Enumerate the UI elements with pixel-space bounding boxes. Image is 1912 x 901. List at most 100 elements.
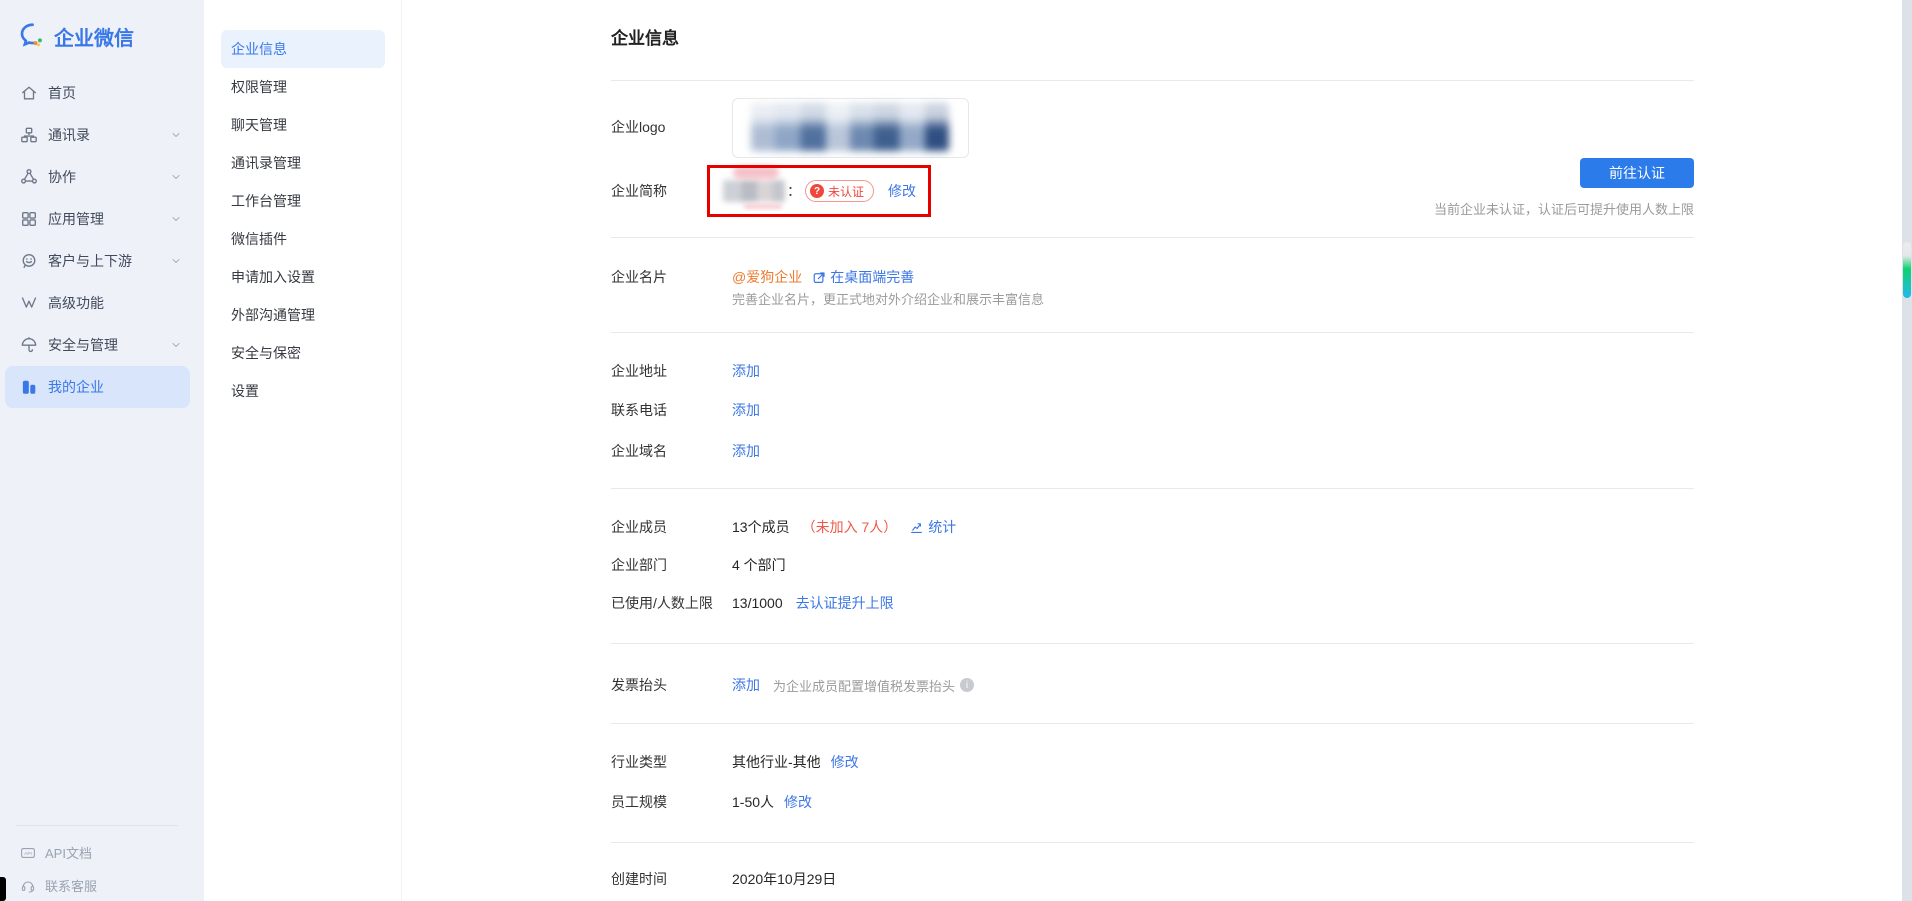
main-content: 企业信息 企业logo 企业简称 ： ? 未认证 修改 前往认证 当前企业未认证… [402,0,1912,901]
section-divider [611,332,1694,333]
statistics-link[interactable]: 统计 [928,517,956,537]
scrollbar-track[interactable] [1902,0,1912,901]
company-logo-row: 企业logo [611,117,732,137]
add-domain-link[interactable]: 添加 [732,441,760,461]
add-invoice-link[interactable]: 添加 [732,675,760,695]
created-value: 2020年10月29日 [732,871,837,887]
section-divider [611,723,1694,724]
add-phone-link[interactable]: 添加 [732,400,760,420]
staff-scale-row: 员工规模 1-50人 修改 [611,792,812,812]
sidebar-item-label: 通讯录 [48,127,90,143]
company-logo-upload[interactable] [732,98,969,158]
screen-corner-artifact [0,877,6,901]
redacted-company-logo [751,103,949,151]
departments-count: 4 个部门 [732,557,786,573]
row-label: 创建时间 [611,871,667,887]
usage-value: 13/1000 [732,595,783,611]
sidebar-item-collaboration[interactable]: 协作 [5,156,190,198]
page-title: 企业信息 [611,29,679,48]
submenu-item-chat-management[interactable]: 聊天管理 [221,106,385,144]
app-logo: 企业微信 [0,0,204,72]
sidebar-footer-divider [16,825,178,826]
wecom-logo-icon [20,23,42,47]
sidebar-item-customers[interactable]: 客户与上下游 [5,240,190,282]
chevron-down-icon [172,217,180,221]
row-label: 联系电话 [611,402,667,418]
invoice-title-row: 发票抬头 添加 为企业成员配置增值税发票抬头 i [611,675,975,695]
row-label: 员工规模 [611,794,667,810]
chevron-down-icon [172,343,180,347]
modify-industry-link[interactable]: 修改 [831,752,859,772]
primary-sidebar: 企业微信 首页 通讯录 协作 应用管理 客户与上下游 高级功能 安全与管理 我的… [0,0,204,901]
section-divider [611,237,1694,238]
unverified-badge-label: 未认证 [828,184,865,199]
company-domain-row: 企业域名 添加 [611,441,760,461]
statistics-chart-icon [911,522,923,533]
submenu-item-external-comm[interactable]: 外部沟通管理 [221,296,385,334]
sidebar-item-api-docs[interactable]: API API文档 [0,836,204,869]
sidebar-item-label: 我的企业 [48,379,104,395]
go-verify-button[interactable]: 前往认证 [1580,158,1694,188]
add-address-link[interactable]: 添加 [732,361,760,381]
sidebar-item-my-company[interactable]: 我的企业 [5,366,190,408]
org-chart-icon [20,126,38,144]
submenu-item-settings[interactable]: 设置 [221,372,385,410]
sidebar-item-label: 首页 [48,85,76,101]
sidebar-item-contacts[interactable]: 通讯录 [5,114,190,156]
sidebar-item-advanced[interactable]: 高级功能 [5,282,190,324]
primary-nav: 首页 通讯录 协作 应用管理 客户与上下游 高级功能 安全与管理 我的企业 [0,72,204,408]
verify-note-text: 当前企业未认证，认证后可提升使用人数上限 [1433,202,1694,217]
submenu-item-permissions[interactable]: 权限管理 [221,68,385,106]
submenu-item-workbench[interactable]: 工作台管理 [221,182,385,220]
created-time-row: 创建时间 2020年10月29日 [611,869,836,889]
sidebar-item-label: 客户与上下游 [48,253,132,269]
complete-on-desktop-link[interactable]: 在桌面端完善 [830,267,914,287]
row-label: 企业地址 [611,363,667,379]
redaction-artifact [733,166,779,179]
open-desktop-icon [813,271,825,283]
sidebar-item-home[interactable]: 首页 [5,72,190,114]
submenu-item-company-info[interactable]: 企业信息 [221,30,385,68]
wecom-admin-app: 企业微信 首页 通讯录 协作 应用管理 客户与上下游 高级功能 安全与管理 我的… [0,0,1912,901]
section-divider [611,643,1694,644]
submenu-item-security-privacy[interactable]: 安全与保密 [221,334,385,372]
row-label: 企业域名 [611,443,667,459]
brand-name: 企业微信 [54,27,134,50]
sidebar-item-label: 应用管理 [48,211,104,227]
scrollbar-thumb[interactable] [1903,242,1911,298]
submenu-item-join-settings[interactable]: 申请加入设置 [221,258,385,296]
row-label: 发票抬头 [611,677,667,693]
submenu-item-contacts-management[interactable]: 通讯录管理 [221,144,385,182]
invoice-desc: 为企业成员配置增值税发票抬头 [773,678,956,694]
colon-text: ： [787,183,801,199]
section-divider [611,80,1694,81]
industry-type-row: 行业类型 其他行业-其他 修改 [611,752,859,772]
company-address-row: 企业地址 添加 [611,361,760,381]
apps-grid-icon [20,210,38,228]
customer-chat-icon [20,252,38,270]
members-pending: （未加入 7人） [801,519,898,535]
sidebar-item-security[interactable]: 安全与管理 [5,324,190,366]
home-icon [20,84,38,102]
company-card-desc: 完善企业名片，更正式地对外介绍企业和展示丰富信息 [732,292,1045,307]
sidebar-item-apps[interactable]: 应用管理 [5,198,190,240]
section-divider [611,488,1694,489]
company-building-icon [20,378,38,396]
unverified-badge: ? 未认证 [805,180,875,202]
raise-limit-link[interactable]: 去认证提升上限 [796,593,894,613]
chevron-down-icon [172,175,180,179]
redacted-company-name [723,180,785,202]
members-count: 13个成员 [732,519,790,535]
submenu-item-wechat-plugin[interactable]: 微信插件 [221,220,385,258]
row-label: 企业名片 [611,269,667,285]
sidebar-item-support[interactable]: 联系客服 [0,869,204,901]
redaction-artifact [744,204,782,209]
modify-shortname-link[interactable]: 修改 [888,181,916,201]
headset-icon [21,881,35,893]
collaboration-icon [20,168,38,186]
company-card-org-link[interactable]: @爱狗企业 [732,267,802,287]
section-divider [611,842,1694,843]
sidebar-item-label: 安全与管理 [48,337,118,353]
modify-scale-link[interactable]: 修改 [784,792,812,812]
company-departments-row: 企业部门 4 个部门 [611,555,786,575]
